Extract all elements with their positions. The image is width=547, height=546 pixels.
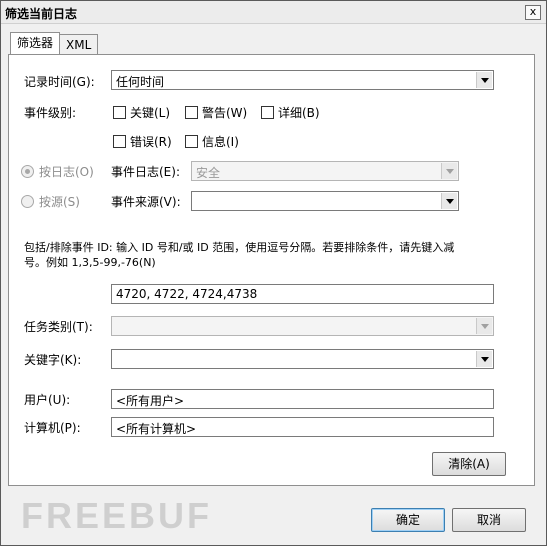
- tab-xml[interactable]: XML: [59, 34, 99, 55]
- chevron-down-icon[interactable]: [476, 72, 492, 88]
- information-label: 信息(I): [202, 135, 239, 149]
- event-log-dropdown[interactable]: 安全: [191, 161, 459, 181]
- user-input[interactable]: <所有用户>: [111, 389, 494, 409]
- event-level-label: 事件级别:: [24, 106, 77, 120]
- cancel-button[interactable]: 取消: [452, 508, 526, 532]
- chevron-down-icon[interactable]: [441, 193, 457, 209]
- title-bar: 筛选当前日志 x: [1, 1, 546, 24]
- clear-button[interactable]: 清除(A): [432, 452, 506, 476]
- error-label: 错误(R): [130, 135, 172, 149]
- critical-checkbox[interactable]: [113, 106, 126, 119]
- logged-label: 记录时间(G):: [24, 75, 95, 89]
- filter-dialog: 筛选当前日志 x 筛选器 XML 记录时间(G): 任何时间 事件级别: 关键(…: [0, 0, 547, 546]
- event-source-label: 事件来源(V):: [111, 195, 181, 209]
- event-log-label: 事件日志(E):: [111, 165, 180, 179]
- error-checkbox[interactable]: [113, 135, 126, 148]
- keywords-dropdown[interactable]: [111, 349, 494, 369]
- computer-value: <所有计算机>: [116, 422, 197, 436]
- information-checkbox[interactable]: [185, 135, 198, 148]
- logged-value: 任何时间: [116, 75, 165, 89]
- by-log-label: 按日志(O): [39, 165, 94, 179]
- watermark-logo: FREEBUF: [21, 495, 212, 536]
- logged-dropdown[interactable]: 任何时间: [111, 70, 494, 90]
- computer-input[interactable]: <所有计算机>: [111, 417, 494, 437]
- keywords-label: 关键字(K):: [24, 353, 82, 367]
- verbose-checkbox[interactable]: [261, 106, 274, 119]
- warning-label: 警告(W): [202, 106, 248, 120]
- filter-panel: 记录时间(G): 任何时间 事件级别: 关键(L) 警告(W) 详细(B) 错误…: [8, 54, 535, 486]
- computer-label: 计算机(P):: [24, 421, 81, 435]
- task-category-dropdown[interactable]: [111, 316, 494, 336]
- event-log-value: 安全: [196, 166, 221, 180]
- warning-checkbox[interactable]: [185, 106, 198, 119]
- critical-label: 关键(L): [130, 106, 171, 120]
- event-id-value: 4720, 4722, 4724,4738: [116, 287, 258, 301]
- event-id-input[interactable]: 4720, 4722, 4724,4738: [111, 284, 494, 304]
- event-source-dropdown[interactable]: [191, 191, 459, 211]
- user-value: <所有用户>: [116, 394, 185, 408]
- chevron-down-icon[interactable]: [476, 318, 492, 334]
- by-log-radio[interactable]: [21, 165, 34, 178]
- task-category-label: 任务类别(T):: [24, 320, 93, 334]
- tab-filter[interactable]: 筛选器: [10, 32, 61, 55]
- ok-button[interactable]: 确定: [371, 508, 445, 532]
- chevron-down-icon[interactable]: [476, 351, 492, 367]
- chevron-down-icon[interactable]: [441, 163, 457, 179]
- close-button[interactable]: x: [525, 5, 541, 20]
- by-source-radio[interactable]: [21, 195, 34, 208]
- user-label: 用户(U):: [24, 393, 71, 407]
- by-source-label: 按源(S): [39, 195, 80, 209]
- event-id-help-line1: 包括/排除事件 ID: 输入 ID 号和/或 ID 范围，使用逗号分隔。若要排除…: [24, 241, 455, 254]
- verbose-label: 详细(B): [278, 106, 320, 120]
- event-id-help-line2: 号。例如 1,3,5-99,-76(N): [24, 256, 156, 269]
- dialog-title: 筛选当前日志: [5, 7, 78, 21]
